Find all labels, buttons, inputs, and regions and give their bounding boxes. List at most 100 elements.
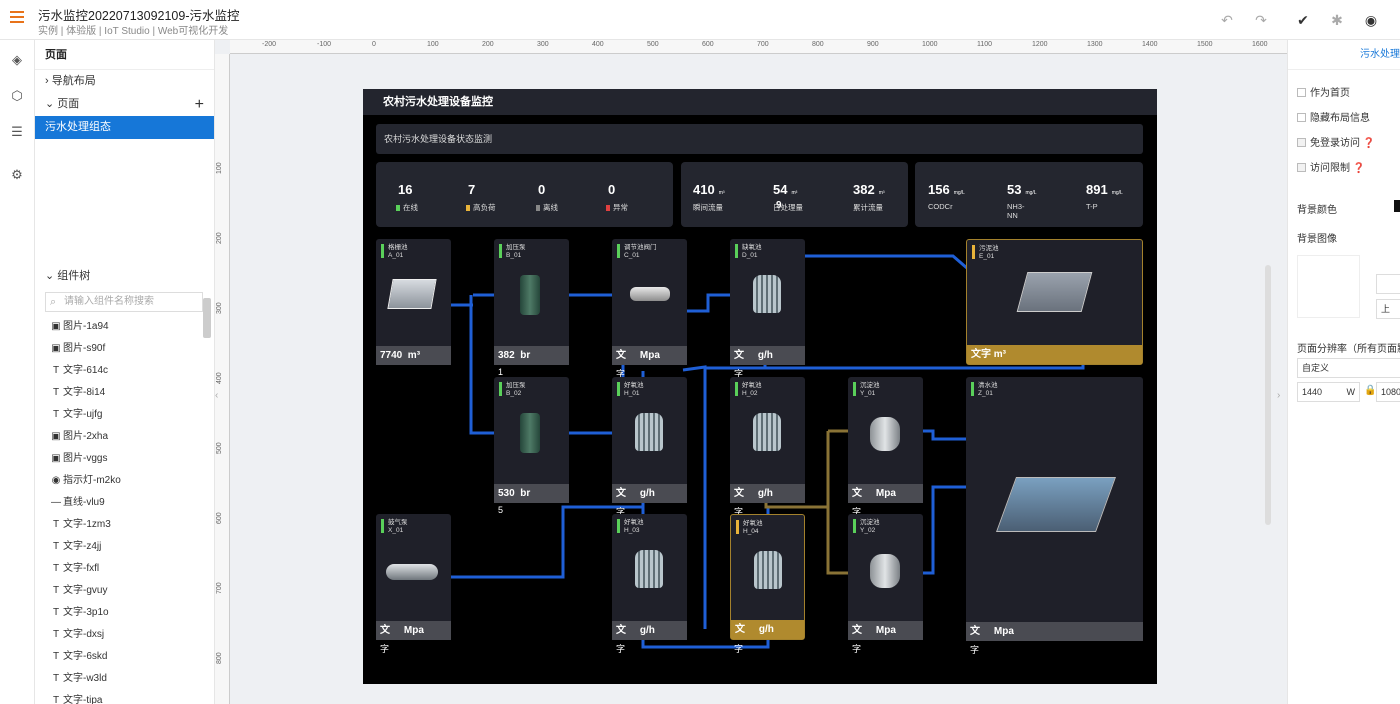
ruler-tick-label: 0 [372, 41, 376, 48]
component-label: 文字-6skd [63, 651, 108, 662]
component-item[interactable]: ▣ 图片-1a94 [35, 316, 214, 338]
menu-icon[interactable] [10, 11, 24, 25]
resolution-select[interactable]: 自定义 [1297, 358, 1400, 378]
add-page-icon[interactable]: + [195, 93, 204, 116]
component-cube-icon[interactable]: ⬡ [9, 88, 25, 104]
equipment-illustration [520, 413, 540, 453]
equipment-type: 清水池 [978, 382, 998, 389]
width-input[interactable]: 1440 W [1297, 382, 1360, 402]
data-list-icon[interactable]: ☰ [9, 124, 25, 140]
collapse-right-icon[interactable]: › [1277, 390, 1287, 410]
ruler-tick-label: 1200 [1032, 41, 1048, 48]
set-home-checkbox[interactable]: 作为首页 [1297, 84, 1350, 99]
image-icon: ▣ [51, 343, 61, 354]
text-icon: T [52, 607, 60, 618]
component-item[interactable]: T 文字-3p1o [35, 602, 214, 624]
component-item[interactable]: T 文字-tipa [35, 690, 214, 704]
equipment-card-y1[interactable]: 沉淀池 Y_01 文 Mpa [848, 377, 923, 503]
bg-image-box[interactable] [1297, 255, 1360, 318]
text-icon: T [52, 651, 60, 662]
nav-layout-node[interactable]: › 导航布局 [35, 70, 214, 93]
equipment-card-b2[interactable]: 加压泵 B_02 530 br [494, 377, 569, 503]
collapse-left-icon[interactable]: ‹ [215, 390, 225, 410]
equipment-reading: 文 Mpa [966, 622, 1143, 641]
component-label: 文字-ujfg [63, 409, 103, 420]
component-item[interactable]: T 文字-dxsj [35, 624, 214, 646]
access-limit-checkbox[interactable]: 访问限制 ❓ [1297, 159, 1365, 174]
equipment-name: 加压泵 B_01 [506, 244, 526, 260]
ruler-tick-label: 800 [216, 652, 223, 664]
equipment-card-c[interactable]: 调节池阀门 C_01 文 Mpa [612, 239, 687, 365]
component-item[interactable]: ▣ 图片-s90f [35, 338, 214, 360]
equipment-illustration [630, 287, 670, 301]
equipment-illustration [754, 551, 782, 589]
equipment-type: 沉淀池 [860, 382, 880, 389]
debug-icon[interactable]: ✱ [1329, 12, 1345, 28]
reading-overflow-text: 字 [616, 644, 626, 654]
component-tree-header[interactable]: ⌄ 组件树 [35, 265, 214, 288]
bg-color-swatch[interactable] [1394, 200, 1400, 212]
component-item[interactable]: T 文字-8i14 [35, 382, 214, 404]
free-login-checkbox[interactable]: 免登录访问 ❓ [1297, 134, 1375, 149]
ruler-tick-label: 900 [867, 41, 879, 48]
component-item[interactable]: ◉ 指示灯-m2ko [35, 470, 214, 492]
canvas-scrollbar[interactable] [1265, 265, 1271, 525]
equipment-card-a[interactable]: 格栅池 A_01 7740 m³ [376, 239, 451, 365]
ruler-tick-label: -100 [317, 41, 332, 48]
component-item[interactable]: T 文字-z4jj [35, 536, 214, 558]
equipment-reading: 文 g/h [612, 484, 687, 503]
component-item[interactable]: T 文字-fxfl [35, 558, 214, 580]
selected-page-item[interactable]: 污水处理组态 [35, 116, 214, 139]
component-item[interactable]: T 文字-gvuy [35, 580, 214, 602]
component-item[interactable]: T 文字-1zm3 [35, 514, 214, 536]
component-label: 指示灯-m2ko [63, 475, 121, 486]
ruler-tick-label: 100 [427, 41, 439, 48]
equipment-card-h1[interactable]: 好氧池 H_01 文 g/h [612, 377, 687, 503]
horizontal-ruler: -200 -100 0 100 200 300 400 500 600 700 800 900 1000… [230, 40, 1287, 54]
pages-node[interactable]: ⌄ 页面 + [35, 93, 214, 116]
equipment-id: H_02 [742, 390, 758, 397]
layers-icon[interactable]: ◈ [9, 52, 25, 68]
tab-page-settings[interactable]: 污水处理组 [1288, 40, 1400, 70]
equipment-card-b1[interactable]: 加压泵 B_01 382 br [494, 239, 569, 365]
equipment-name: 好氧池 H_04 [743, 520, 763, 536]
equipment-card-y2[interactable]: 沉淀池 Y_02 文 Mpa [848, 514, 923, 640]
left-scrollbar[interactable] [203, 298, 211, 338]
hide-layout-checkbox[interactable]: 隐藏布局信息 [1297, 109, 1370, 124]
bg-image-input[interactable] [1376, 274, 1400, 294]
equipment-card-h2[interactable]: 好氧池 H_02 文 g/h [730, 377, 805, 503]
component-item[interactable]: T 文字-6skd [35, 646, 214, 668]
component-item[interactable]: ▣ 图片-2xha [35, 426, 214, 448]
check-icon[interactable]: ✔ [1295, 12, 1311, 28]
component-item[interactable]: T 文字-ujfg [35, 404, 214, 426]
equipment-illustration [870, 417, 900, 451]
height-input[interactable]: 1080 [1376, 382, 1400, 402]
undo-icon[interactable]: ↶ [1219, 12, 1235, 28]
lock-ratio-icon[interactable]: 🔒 [1364, 385, 1376, 396]
upload-button[interactable]: 上 [1376, 299, 1400, 319]
component-search-input[interactable]: ⌕ 请输入组件名称搜索 [45, 292, 203, 312]
ruler-tick-label: 400 [592, 41, 604, 48]
top-bar: 污水监控20220713092109-污水监控 实例 | 体验版 | IoT S… [0, 0, 1400, 40]
equipment-card-h4[interactable]: 好氧池 H_04 文 g/h [730, 514, 805, 640]
equipment-card-z[interactable]: 清水池 Z_01 文 Mpa [966, 377, 1143, 641]
preview-eye-icon[interactable]: ◉ [1363, 12, 1379, 28]
settings-gear-icon[interactable]: ⚙ [9, 167, 25, 183]
ruler-tick-label: 1400 [1142, 41, 1158, 48]
component-item[interactable]: T 文字-w3ld [35, 668, 214, 690]
equipment-card-x[interactable]: 鼓气泵 X_01 文 Mpa [376, 514, 451, 640]
component-item[interactable]: ▣ 图片-vggs [35, 448, 214, 470]
equipment-name: 鼓气泵 X_01 [388, 519, 408, 535]
ruler-tick-label: -200 [262, 41, 277, 48]
redo-icon[interactable]: ↷ [1253, 12, 1269, 28]
component-item[interactable]: T 文字-614c [35, 360, 214, 382]
right-panel: 污水处理组 作为首页 隐藏布局信息 免登录访问 ❓ 访问限制 ❓ 背景颜色 背景… [1287, 40, 1400, 704]
equipment-reading: 文 g/h [730, 346, 805, 365]
component-item[interactable]: — 直线-vlu9 [35, 492, 214, 514]
equipment-id: E_01 [979, 253, 995, 260]
equipment-card-e[interactable]: 污泥池 E_01 文字 m³ [966, 239, 1143, 365]
canvas-area[interactable]: -200 -100 0 100 200 300 400 500 600 700 800 900 1000… [215, 40, 1287, 704]
equipment-card-h3[interactable]: 好氧池 H_03 文 g/h [612, 514, 687, 640]
equipment-card-d[interactable]: 缺氧池 D_01 文 g/h [730, 239, 805, 365]
reading-overflow-text: 字 [852, 644, 862, 654]
